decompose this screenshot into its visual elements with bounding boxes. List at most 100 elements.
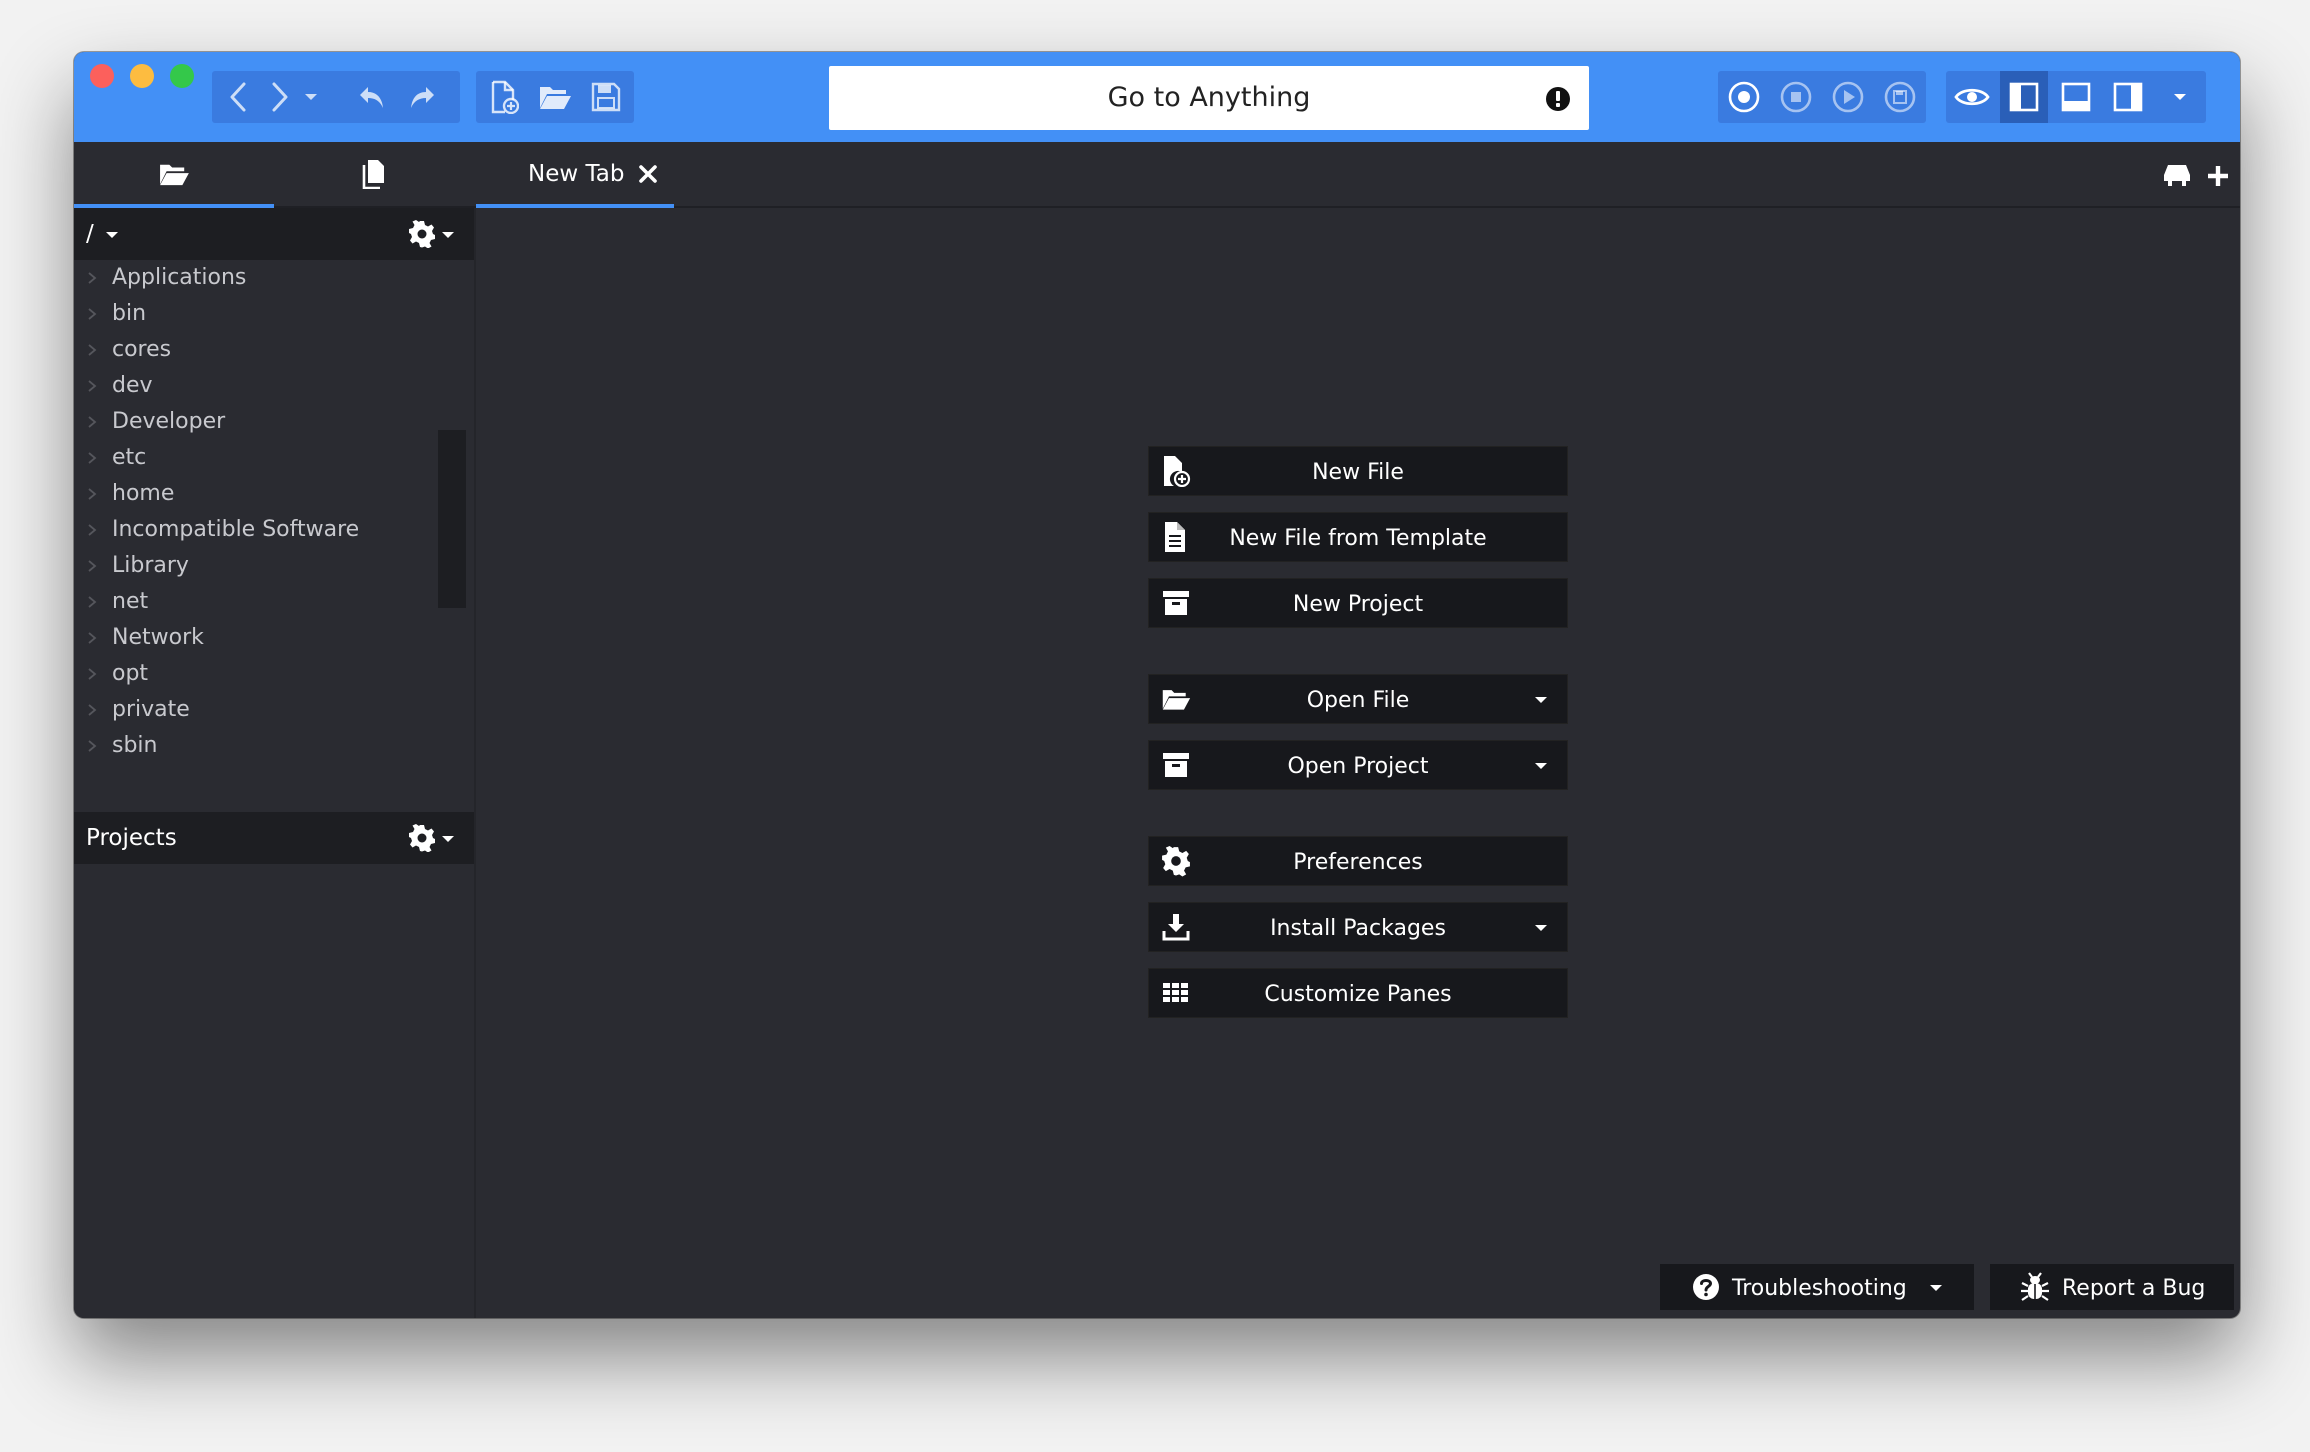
new-file-label: New File: [1312, 460, 1404, 485]
project-box-icon: [1163, 753, 1189, 777]
tree-item[interactable]: net: [74, 584, 474, 620]
caret-down-icon[interactable]: [442, 232, 454, 238]
go-to-anything-field[interactable]: Go to Anything: [829, 66, 1589, 130]
toggle-bottom-pane-button[interactable]: [2052, 71, 2100, 123]
open-file-button[interactable]: Open File: [1148, 674, 1568, 724]
stop-macro-button[interactable]: [1772, 71, 1820, 123]
preferences-button[interactable]: Preferences: [1148, 836, 1568, 886]
save-icon: [591, 82, 621, 112]
chevron-left-icon: [230, 82, 246, 112]
tree-item-label: opt: [112, 661, 149, 686]
tree-item[interactable]: bin: [74, 296, 474, 332]
minimize-window-button[interactable]: [130, 64, 154, 88]
toggle-left-pane-button[interactable]: [2000, 71, 2048, 123]
left-pane-icon: [2009, 82, 2039, 112]
tree-item[interactable]: sbin: [74, 728, 474, 764]
troubleshooting-label: Troubleshooting: [1732, 1276, 1907, 1301]
new-tab-icon[interactable]: [2206, 164, 2230, 188]
tree-item[interactable]: home: [74, 476, 474, 512]
folder-icon: [160, 164, 189, 186]
toggle-right-pane-button[interactable]: [2104, 71, 2152, 123]
chevron-right-icon: [88, 632, 97, 644]
tree-item[interactable]: private: [74, 692, 474, 728]
record-macro-button[interactable]: [1720, 71, 1768, 123]
save-button[interactable]: [582, 71, 630, 123]
tree-item-label: Incompatible Software: [112, 517, 360, 542]
tree-item-label: Applications: [112, 265, 247, 290]
tab-places[interactable]: [74, 142, 274, 208]
zoom-window-button[interactable]: [170, 64, 194, 88]
report-bug-button[interactable]: Report a Bug: [1990, 1264, 2234, 1310]
tab-open-files[interactable]: [274, 142, 474, 206]
projects-label: Projects: [86, 825, 177, 851]
tree-item[interactable]: Incompatible Software: [74, 512, 474, 548]
save-macro-button[interactable]: [1876, 71, 1924, 123]
new-project-button[interactable]: New Project: [1148, 578, 1568, 628]
close-icon[interactable]: [636, 162, 660, 186]
redo-icon: [411, 87, 434, 108]
caret-down-icon[interactable]: [442, 836, 454, 842]
install-packages-button[interactable]: Install Packages: [1148, 902, 1568, 952]
chevron-right-icon: [272, 82, 288, 112]
places-sidebar: / Applications bin cores dev Developer e…: [74, 208, 476, 1318]
file-tree: Applications bin cores dev Developer etc…: [74, 260, 474, 764]
chevron-right-icon: [88, 560, 97, 572]
new-file-from-template-button[interactable]: New File from Template: [1148, 512, 1568, 562]
view-options-dropdown[interactable]: [2156, 71, 2204, 123]
open-project-label: Open Project: [1287, 754, 1429, 779]
undo-button[interactable]: [348, 71, 396, 123]
play-icon: [1832, 81, 1864, 113]
tab-bar: New Tab: [74, 142, 2240, 208]
caret-down-icon: [2174, 94, 2186, 100]
caret-down-icon[interactable]: [106, 232, 118, 238]
chevron-right-icon: [88, 308, 97, 320]
tree-scrollbar[interactable]: [438, 430, 466, 608]
history-dropdown[interactable]: [298, 71, 324, 123]
undo-icon: [360, 87, 383, 108]
tab-list-icon[interactable]: [2162, 162, 2192, 188]
open-project-button[interactable]: Open Project: [1148, 740, 1568, 790]
tree-item[interactable]: cores: [74, 332, 474, 368]
install-packages-label: Install Packages: [1270, 916, 1446, 941]
path-selector[interactable]: /: [86, 208, 94, 260]
customize-panes-button[interactable]: Customize Panes: [1148, 968, 1568, 1018]
editor-tab-new-tab[interactable]: New Tab: [476, 142, 674, 208]
gear-icon[interactable]: [408, 220, 436, 248]
focus-mode-button[interactable]: [1948, 71, 1996, 123]
redo-button[interactable]: [398, 71, 446, 123]
notification-icon[interactable]: [1545, 86, 1571, 112]
chevron-right-icon: [88, 344, 97, 356]
caret-down-icon: [1535, 925, 1547, 931]
caret-down-icon: [1930, 1285, 1942, 1291]
tree-item-label: dev: [112, 373, 153, 398]
new-file-button[interactable]: [480, 71, 528, 123]
tree-item-label: net: [112, 589, 149, 614]
open-file-button[interactable]: [531, 71, 579, 123]
tree-item[interactable]: opt: [74, 656, 474, 692]
caret-down-icon: [1535, 763, 1547, 769]
play-macro-button[interactable]: [1824, 71, 1872, 123]
close-window-button[interactable]: [90, 64, 114, 88]
chevron-right-icon: [88, 704, 97, 716]
chevron-right-icon: [88, 668, 97, 680]
tree-item[interactable]: Network: [74, 620, 474, 656]
gear-icon[interactable]: [408, 824, 436, 852]
tree-item[interactable]: etc: [74, 440, 474, 476]
bug-icon: [2021, 1272, 2049, 1301]
new-file-icon: [1164, 456, 1191, 487]
tree-item[interactable]: Library: [74, 548, 474, 584]
navigation-toolbar-group: [212, 71, 460, 123]
macro-toolbar-group: [1718, 71, 1926, 123]
tree-item[interactable]: Developer: [74, 404, 474, 440]
editor-tab-label: New Tab: [528, 161, 625, 187]
tree-item[interactable]: Applications: [74, 260, 474, 296]
tree-item-label: cores: [112, 337, 172, 362]
new-file-button[interactable]: New File: [1148, 446, 1568, 496]
tree-item[interactable]: dev: [74, 368, 474, 404]
tree-item-label: bin: [112, 301, 147, 326]
forward-button[interactable]: [262, 71, 298, 123]
back-button[interactable]: [214, 71, 262, 123]
chevron-right-icon: [88, 272, 97, 284]
troubleshooting-button[interactable]: Troubleshooting: [1660, 1264, 1974, 1310]
view-toolbar-group: [1946, 71, 2206, 123]
